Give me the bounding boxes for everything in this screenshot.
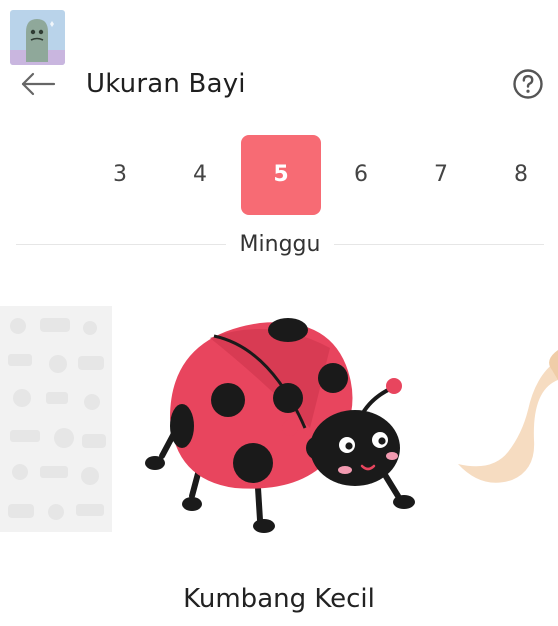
week-unit-label: Minggu bbox=[229, 232, 331, 257]
week-tab-8[interactable]: 8 bbox=[481, 135, 558, 215]
next-size-image bbox=[458, 350, 558, 483]
week-tab-5-selected[interactable]: 5 bbox=[241, 135, 321, 215]
previous-size-card[interactable] bbox=[0, 306, 112, 532]
week-tab-6[interactable]: 6 bbox=[321, 135, 401, 215]
week-unit-divider: Minggu bbox=[16, 228, 544, 262]
size-carousel[interactable] bbox=[0, 300, 558, 540]
page-title: Ukuran Bayi bbox=[86, 69, 246, 99]
avatar[interactable] bbox=[10, 10, 65, 65]
size-name-label: Kumbang Kecil bbox=[183, 584, 375, 614]
ladybug-illustration bbox=[145, 318, 415, 533]
question-circle-icon bbox=[513, 69, 543, 99]
week-tab-7[interactable]: 7 bbox=[401, 135, 481, 215]
week-selector: 3 4 5 6 7 8 bbox=[0, 135, 558, 215]
avatar-image bbox=[10, 10, 65, 65]
previous-size-image bbox=[0, 306, 112, 532]
back-button[interactable] bbox=[18, 66, 58, 102]
week-tab-4[interactable]: 4 bbox=[160, 135, 240, 215]
next-size-card[interactable] bbox=[452, 340, 558, 490]
arrow-left-icon bbox=[21, 72, 56, 96]
help-button[interactable] bbox=[512, 68, 544, 100]
week-unit-label-row: Minggu bbox=[16, 228, 544, 262]
week-tab-3[interactable]: 3 bbox=[80, 135, 160, 215]
